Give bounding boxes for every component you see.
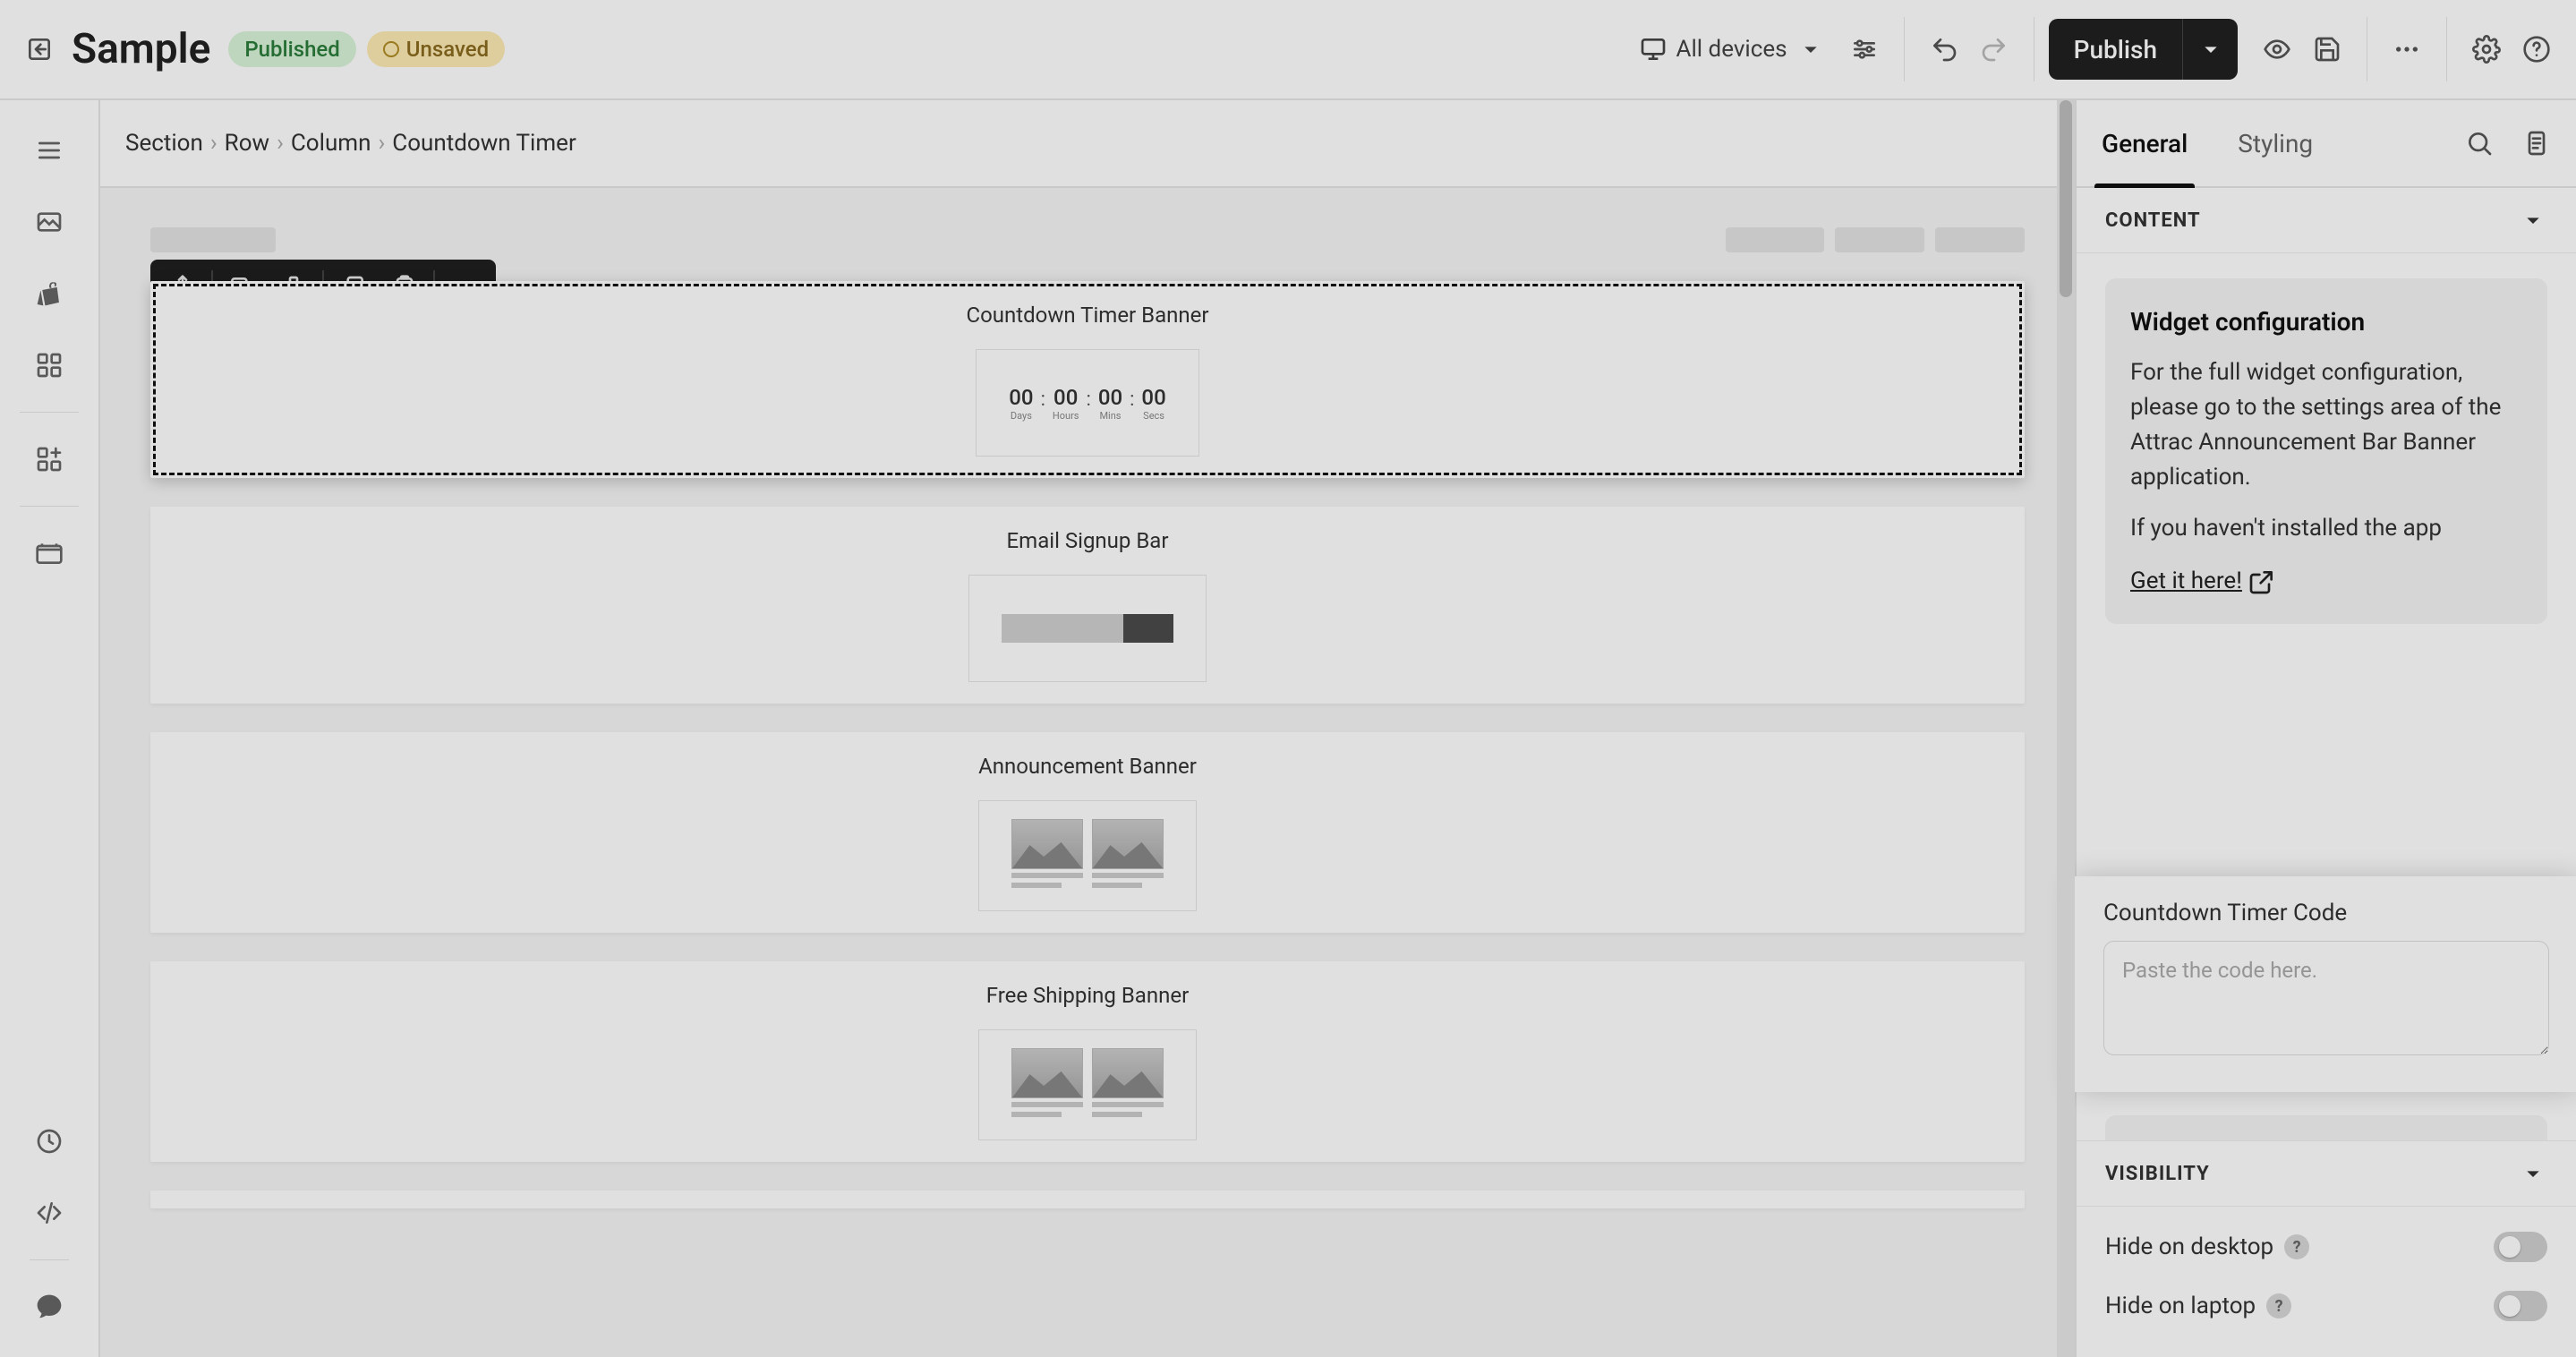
visibility-section-head[interactable]: VISIBILITY [2077, 1140, 2576, 1207]
canvas[interactable]: Countdown Timer Banner 00Days : 00Hours … [100, 188, 2075, 1357]
widget-title: Free Shipping Banner [986, 983, 1189, 1008]
sidebar-image-icon[interactable] [17, 190, 81, 254]
breadcrumb-item[interactable]: Countdown Timer [392, 130, 576, 157]
widget-config-text2: If you haven't installed the app [2130, 511, 2522, 546]
hide-laptop-row: Hide on laptop ? [2105, 1276, 2547, 1336]
chevron-down-icon [2519, 206, 2547, 235]
sidebar-apps-icon[interactable] [17, 333, 81, 397]
hide-desktop-label: Hide on desktop [2105, 1233, 2273, 1260]
sidebar-shop-icon[interactable] [17, 261, 81, 326]
skeleton-header [150, 227, 2025, 252]
countdown-hours-value: 00 [1053, 385, 1079, 410]
widget-title: Countdown Timer Banner [966, 303, 1208, 328]
get-it-here-link[interactable]: Get it here! [2130, 564, 2276, 599]
widget-config-card: Widget configuration For the full widget… [2105, 278, 2547, 624]
countdown-code-input[interactable] [2103, 941, 2549, 1055]
hide-laptop-toggle[interactable] [2494, 1291, 2547, 1321]
breadcrumb-item[interactable]: Section [125, 130, 203, 157]
get-it-here-label: Get it here! [2130, 564, 2242, 599]
sidebar-chat-icon[interactable] [17, 1275, 81, 1339]
device-label: All devices [1676, 36, 1787, 63]
redo-button[interactable] [1969, 24, 2019, 74]
help-icon[interactable]: ? [2284, 1234, 2309, 1259]
chevron-down-icon [2519, 1159, 2547, 1188]
countdown-timer-widget[interactable]: Countdown Timer Banner 00Days : 00Hours … [150, 281, 2025, 478]
external-link-icon [2248, 568, 2276, 596]
countdown-mins-value: 00 [1098, 385, 1122, 410]
hide-desktop-row: Hide on desktop ? [2105, 1217, 2547, 1276]
sidebar-code-icon[interactable] [17, 1181, 81, 1245]
sidebar-add-icon[interactable] [17, 427, 81, 491]
countdown-secs-label: Secs [1141, 410, 1165, 422]
left-sidebar [0, 100, 100, 1357]
countdown-days-label: Days [1009, 410, 1033, 422]
countdown-days-value: 00 [1009, 385, 1033, 410]
free-shipping-banner-widget[interactable]: Free Shipping Banner [150, 961, 2025, 1162]
countdown-hours-label: Hours [1053, 410, 1079, 422]
chevron-right-icon: › [277, 130, 284, 157]
desktop-icon [1639, 35, 1668, 64]
breadcrumb-item[interactable]: Row [225, 130, 269, 157]
sidebar-history-icon[interactable] [17, 1109, 81, 1174]
chevron-down-icon [2196, 35, 2225, 64]
panel-tabs: General Styling [2077, 100, 2576, 188]
widget-title: Email Signup Bar [1007, 528, 1169, 553]
countdown-secs-value: 00 [1141, 385, 1165, 410]
breadcrumb-item[interactable]: Column [291, 130, 371, 157]
panel-notes-icon[interactable] [2512, 118, 2562, 168]
hide-desktop-toggle[interactable] [2494, 1232, 2547, 1262]
widget-title: Announcement Banner [978, 754, 1197, 779]
more-menu-icon[interactable] [2382, 24, 2432, 74]
content-section-label: CONTENT [2105, 209, 2201, 232]
panel-search-icon[interactable] [2454, 118, 2504, 168]
chevron-right-icon: › [378, 130, 385, 157]
widget-placeholder[interactable] [150, 1191, 2025, 1208]
widget-config-text1: For the full widget configuration, pleas… [2130, 355, 2522, 495]
tab-styling[interactable]: Styling [2213, 100, 2338, 186]
canvas-scrollbar[interactable] [2057, 100, 2075, 1357]
right-panel: General Styling CONTENT Widget configura… [2075, 100, 2576, 1357]
breadcrumb: Section › Row › Column › Countdown Timer [100, 100, 2075, 188]
undo-button[interactable] [1919, 24, 1969, 74]
help-icon[interactable] [2512, 24, 2562, 74]
status-badge-unsaved: Unsaved [367, 31, 505, 67]
countdown-code-label: Countdown Timer Code [2103, 900, 2549, 926]
countdown-code-section: Countdown Timer Code [2075, 878, 2576, 1090]
page-title: Sample [72, 25, 210, 73]
sidebar-layers-icon[interactable] [17, 118, 81, 183]
back-exit-icon[interactable] [14, 24, 64, 74]
chevron-right-icon: › [210, 130, 218, 157]
save-icon[interactable] [2302, 24, 2352, 74]
device-selector[interactable]: All devices [1625, 26, 1839, 73]
countdown-mins-label: Mins [1098, 410, 1122, 422]
publish-label: Publish [2049, 35, 2182, 64]
gear-icon[interactable] [2461, 24, 2512, 74]
sidebar-video-icon[interactable] [17, 521, 81, 585]
chevron-down-icon [1796, 35, 1825, 64]
preview-eye-icon[interactable] [2252, 24, 2302, 74]
canvas-column: Section › Row › Column › Countdown Timer [100, 100, 2075, 1357]
hide-laptop-label: Hide on laptop [2105, 1293, 2256, 1319]
publish-button[interactable]: Publish [2049, 19, 2238, 80]
status-badge-published: Published [228, 31, 355, 67]
countdown-display: 00Days : 00Hours : 00Mins : 00Secs [976, 349, 1198, 457]
top-bar: Sample Published Unsaved All devices Pub… [0, 0, 2576, 100]
content-section-head[interactable]: CONTENT [2077, 188, 2576, 253]
email-signup-widget[interactable]: Email Signup Bar [150, 507, 2025, 704]
visibility-section-label: VISIBILITY [2105, 1163, 2210, 1185]
unsaved-label: Unsaved [406, 37, 489, 62]
settings-sliders-icon[interactable] [1839, 24, 1889, 74]
tab-general[interactable]: General [2077, 100, 2213, 186]
announcement-banner-widget[interactable]: Announcement Banner [150, 732, 2025, 933]
widget-config-heading: Widget configuration [2130, 303, 2522, 341]
live-page-note: This feature only works on the live page… [2105, 1115, 2547, 1140]
publish-dropdown-toggle[interactable] [2182, 19, 2238, 80]
help-icon[interactable]: ? [2266, 1293, 2291, 1319]
